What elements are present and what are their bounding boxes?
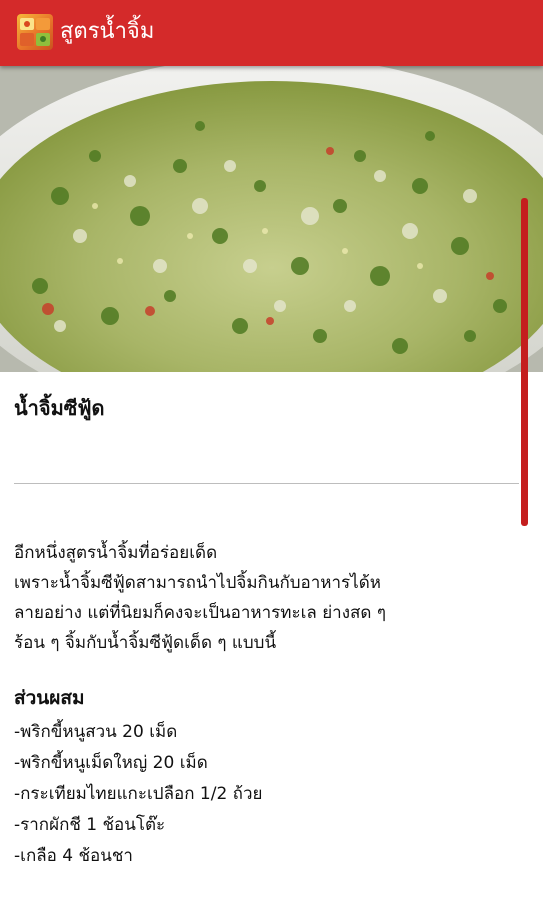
app-title: สูตรน้ำจิ้ม xyxy=(60,19,155,44)
description-line: อีกหนึ่งสูตรน้ำจิ้มที่อร่อยเด็ด xyxy=(14,543,218,563)
description-line: ลายอย่าง แต่ที่นิยมก็คงจะเป็นอาหารทะเล ย… xyxy=(14,603,386,623)
title-divider xyxy=(14,483,519,484)
ingredient-item: -กระเทียมไทยแกะเปลือก 1/2 ถ้วย xyxy=(14,784,263,804)
recipe-photo xyxy=(0,66,543,372)
ingredient-item: -เกลือ 4 ช้อนชา xyxy=(14,846,133,866)
scrollbar[interactable] xyxy=(521,198,528,526)
description-line: เพราะน้ำจิ้มซีฟู้ดสามารถนำไปจิ้มกินกับอา… xyxy=(14,573,381,593)
app-logo-icon[interactable] xyxy=(17,14,53,50)
recipe-title: น้ำจิ้มซีฟู้ด xyxy=(14,396,105,420)
ingredient-item: -รากผักชี 1 ช้อนโต๊ะ xyxy=(14,815,166,835)
ingredients-list: -พริกขี้หนูสวน 20 เม็ด -พริกขี้หนูเม็ดให… xyxy=(14,717,262,872)
ingredient-item: -พริกขี้หนูเม็ดใหญ่ 20 เม็ด xyxy=(14,753,208,773)
ingredients-heading: ส่วนผสม xyxy=(14,687,85,709)
recipe-description: อีกหนึ่งสูตรน้ำจิ้มที่อร่อยเด็ด เพราะน้ำ… xyxy=(14,538,534,658)
ingredient-item: -พริกขี้หนูสวน 20 เม็ด xyxy=(14,722,178,742)
app-bar: สูตรน้ำจิ้ม xyxy=(0,0,543,66)
description-line: ร้อน ๆ จิ้มกับน้ำจิ้มซีฟู้ดเด็ด ๆ แบบนี้ xyxy=(14,633,277,653)
